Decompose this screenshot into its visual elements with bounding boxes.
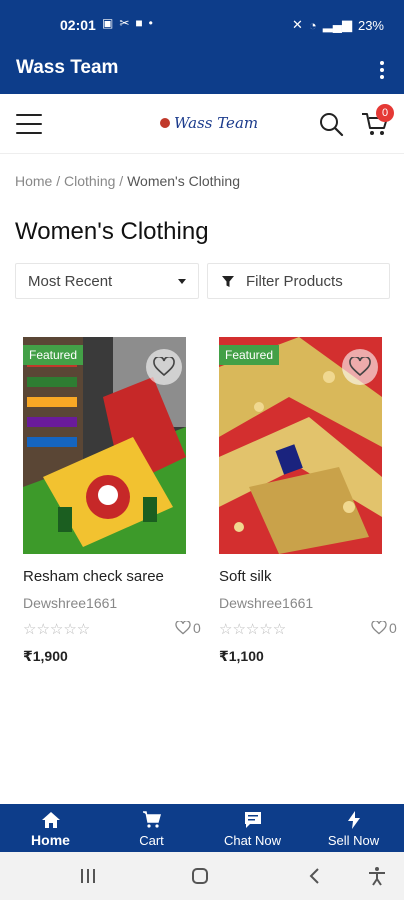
breadcrumb-current: Women's Clothing — [127, 173, 240, 189]
sort-label: Most Recent — [28, 273, 113, 290]
site-logo[interactable]: Wass Team — [160, 114, 258, 132]
home-icon — [41, 812, 60, 828]
bolt-icon — [347, 811, 360, 829]
nav-cart-label: Cart — [139, 833, 164, 848]
breadcrumb-clothing[interactable]: Clothing — [64, 173, 115, 189]
breadcrumb: Home / Clothing / Women's Clothing — [15, 173, 240, 189]
filter-icon — [222, 276, 234, 287]
filter-label: Filter Products — [246, 273, 343, 290]
rating-stars: ☆☆☆☆☆ — [23, 621, 91, 638]
filter-products-button[interactable]: Filter Products — [207, 263, 390, 299]
sort-select[interactable]: Most Recent — [15, 263, 199, 299]
status-bar: 02:01 ▣ ✂ ■ • ✕ ◔ ▂▄▆ 23% — [0, 0, 404, 50]
likes-count[interactable]: 0 — [175, 620, 201, 636]
site-header: Wass Team — [0, 94, 404, 154]
breadcrumb-home[interactable]: Home — [15, 173, 52, 189]
heart-outline-icon — [175, 621, 191, 635]
gallery-icon: ▣ — [102, 16, 114, 30]
wifi-icon: ◔ — [308, 17, 317, 33]
dot-icon: • — [148, 16, 153, 30]
system-nav-bar — [0, 852, 404, 900]
search-icon[interactable] — [318, 111, 344, 137]
nav-home[interactable]: Home — [0, 804, 101, 852]
cart-count-badge: 0 — [376, 104, 394, 122]
menu-icon[interactable] — [16, 114, 42, 134]
rating-stars: ☆☆☆☆☆ — [219, 621, 287, 638]
status-right-icons: ✕ ◔ ▂▄▆ 23% — [292, 17, 384, 33]
product-seller[interactable]: Dewshree1661 — [219, 595, 313, 611]
accessibility-icon[interactable] — [368, 866, 386, 886]
page-title: Women's Clothing — [15, 218, 209, 245]
product-price: ₹1,100 — [219, 648, 264, 664]
app-bar: Wass Team — [0, 50, 404, 94]
nav-sell[interactable]: Sell Now — [303, 804, 404, 852]
product-name[interactable]: Resham check saree — [23, 568, 164, 585]
likes-count[interactable]: 0 — [371, 620, 397, 636]
featured-badge: Featured — [219, 345, 280, 365]
back-icon[interactable] — [308, 868, 320, 884]
nav-chat-label: Chat Now — [223, 833, 282, 848]
likes-value: 0 — [193, 620, 201, 636]
caret-down-icon — [178, 279, 186, 284]
heart-outline-icon — [371, 621, 387, 635]
logo-text: Wass Team — [174, 114, 259, 132]
wishlist-heart-icon[interactable] — [146, 349, 182, 385]
nav-chat[interactable]: Chat Now — [202, 804, 303, 852]
likes-value: 0 — [389, 620, 397, 636]
system-home-icon[interactable] — [192, 868, 208, 884]
nav-home-label: Home — [31, 832, 70, 848]
app-title: Wass Team — [16, 57, 119, 78]
bottom-nav: Home Cart Chat Now Sell Now — [0, 804, 404, 852]
status-time: 02:01 — [60, 17, 96, 33]
status-left-icons: ▣ ✂ ■ • — [102, 16, 153, 30]
nav-sell-label: Sell Now — [327, 833, 380, 848]
wishlist-heart-icon[interactable] — [342, 349, 378, 385]
signal-icon: ▂▄▆ — [322, 17, 352, 32]
chat-icon — [244, 812, 261, 828]
battery-level: 23% — [357, 17, 384, 33]
cart-icon — [142, 811, 161, 828]
featured-badge: Featured — [23, 345, 84, 365]
product-price: ₹1,900 — [23, 648, 68, 664]
tools-icon: ✂ — [119, 16, 130, 30]
product-name[interactable]: Soft silk — [219, 568, 272, 585]
bag-icon: ■ — [135, 16, 143, 30]
product-seller[interactable]: Dewshree1661 — [23, 595, 117, 611]
more-options-icon[interactable] — [372, 58, 392, 82]
logo-mark-icon — [160, 118, 170, 128]
recent-apps-icon[interactable] — [81, 869, 95, 883]
mute-icon: ✕ — [291, 17, 303, 32]
nav-cart[interactable]: Cart — [101, 804, 202, 852]
